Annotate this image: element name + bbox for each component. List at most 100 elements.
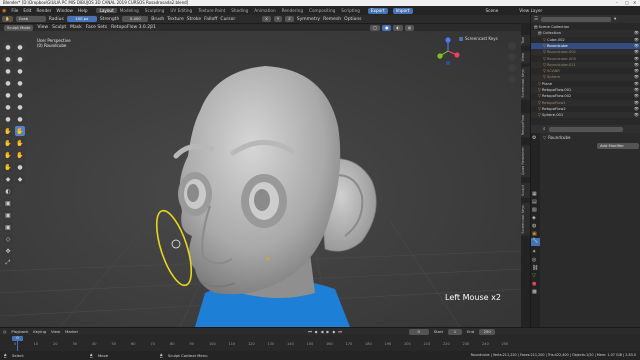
tool-settings-icon[interactable]: ⚙	[532, 135, 536, 141]
menu-file[interactable]: File	[11, 8, 18, 13]
search-icon[interactable]: ⌕	[543, 126, 546, 132]
world-icon[interactable]: ◍	[532, 223, 536, 229]
current-frame-field[interactable]: 0	[408, 328, 429, 335]
jump-end-icon[interactable]: ⏭	[338, 329, 341, 334]
texture-menu[interactable]: Texture	[167, 17, 183, 22]
simplify-tool-icon[interactable]: ◆	[15, 174, 25, 184]
wireframe-shading-icon[interactable]: ◯	[369, 24, 381, 31]
radius-field[interactable]: 100 px	[66, 16, 97, 22]
mirror-y-button[interactable]: Y	[273, 16, 283, 22]
particles-icon[interactable]: ✶	[532, 249, 536, 255]
tab-quad-remesher[interactable]: Quad Remesher	[521, 145, 530, 178]
material-shading-icon[interactable]: ◐	[393, 24, 403, 31]
tab-retopoflow[interactable]: RetopoFlow	[521, 113, 530, 138]
navigation-gizmo[interactable]	[437, 37, 460, 65]
viewport-nav-buttons[interactable]	[508, 42, 516, 83]
remesh-menu[interactable]: Remesh	[323, 17, 341, 22]
next-key-icon[interactable]: ◆	[332, 329, 335, 334]
draw-sharp-tool-icon[interactable]: ●	[15, 42, 25, 52]
sculpt-menu[interactable]: Sculpt	[52, 25, 66, 30]
view-layer-icon[interactable]: ▧	[532, 207, 537, 213]
tab-screencast-keys-2[interactable]: Screencast Keys	[521, 203, 530, 236]
view-menu[interactable]: View	[37, 25, 48, 30]
smooth-tool-icon[interactable]: ●	[3, 90, 13, 100]
retopoflow-menu[interactable]: RetopoFlow 3.0.2β1	[111, 25, 156, 30]
rotate-tool-icon[interactable]: ✋	[3, 162, 13, 172]
symmetry-menu[interactable]: Symmetry	[297, 17, 320, 22]
tab-modeling[interactable]: Modeling	[117, 8, 142, 13]
mesh-filter-tool-icon[interactable]: ◇	[3, 234, 13, 244]
nudge-tool-icon[interactable]: ✋	[15, 150, 25, 160]
end-frame-field[interactable]: 250	[479, 328, 496, 335]
elastic-deform-tool-icon[interactable]: ✋	[3, 126, 13, 136]
outliner-search-input[interactable]	[541, 16, 612, 22]
mask-tool-icon[interactable]: ◐	[3, 186, 13, 196]
import-button[interactable]: Import	[392, 7, 413, 14]
tab-animation[interactable]: Animation	[251, 8, 278, 13]
tab-scripting[interactable]: Scripting	[338, 8, 363, 13]
screencast-toggle[interactable]: Screencast Keys	[459, 36, 498, 41]
box-hide-tool-icon[interactable]: ▣	[3, 210, 13, 220]
add-modifier-button[interactable]: Add Modifier	[597, 143, 639, 149]
cloth-tool-icon[interactable]: ◆	[3, 174, 13, 184]
outliner-filter-icon[interactable]: ☰	[534, 17, 538, 22]
scene-selector[interactable]: Scene	[486, 8, 499, 13]
grab-tool-icon[interactable]: ✋	[15, 126, 25, 136]
scene-icon[interactable]: ◈	[532, 215, 536, 221]
timeline-track[interactable]: 0 0 10 20 30 40 50 60 70 80 90 100 110 1…	[0, 335, 640, 352]
rendered-shading-icon[interactable]: ◍	[404, 24, 415, 31]
list-item[interactable]: ▽ Sphere.001 👁	[531, 112, 640, 119]
falloff-menu[interactable]: Falloff	[204, 17, 217, 22]
crease-tool-icon[interactable]: ●	[15, 78, 25, 88]
export-button[interactable]: Export	[367, 7, 388, 14]
tab-sculpt[interactable]: Sculpt	[521, 183, 530, 198]
clay-strips-tool-icon[interactable]: ●	[15, 54, 25, 64]
constraints-icon[interactable]: ⛓	[532, 265, 538, 271]
mode-selector[interactable]: Sculpt Mode	[4, 24, 34, 31]
clay-tool-icon[interactable]: ●	[3, 54, 13, 64]
modifier-wrench-icon[interactable]: 🔧	[531, 238, 540, 246]
draw-tool-icon[interactable]: ●	[3, 42, 13, 52]
brush-menu[interactable]: Brush	[151, 17, 164, 22]
menu-render[interactable]: Render	[37, 8, 52, 13]
view-layer-selector[interactable]: View Layer	[519, 8, 542, 13]
play-icon[interactable]: ▶	[326, 329, 329, 334]
keying-menu[interactable]: Keying	[33, 329, 46, 334]
timeline-editor-icon[interactable]: ◷	[3, 329, 6, 334]
cursor-menu[interactable]: Cursor	[220, 17, 235, 22]
fill-tool-icon[interactable]: ●	[3, 102, 13, 112]
tab-layout[interactable]: Layout	[96, 8, 117, 13]
blob-tool-icon[interactable]: ●	[3, 78, 13, 88]
move-tool-icon[interactable]: ✥	[3, 246, 13, 256]
material-icon[interactable]: ●	[532, 281, 536, 287]
brush-name-field[interactable]: Grab	[15, 16, 46, 22]
pinch-tool-icon[interactable]: ●	[15, 114, 25, 124]
tab-view[interactable]: View	[521, 51, 530, 64]
funnel-icon[interactable]: ▾	[614, 17, 616, 22]
timeline-view-menu[interactable]: View	[51, 329, 60, 334]
menu-edit[interactable]: Edit	[23, 8, 31, 13]
tab-rendering[interactable]: Rendering	[279, 8, 306, 13]
texture-icon[interactable]: ▩	[532, 289, 537, 295]
brush-icon[interactable]: ✋	[2, 16, 13, 22]
3d-viewport[interactable]: User Perspective (0) Roundcube Screencas…	[0, 31, 521, 327]
options-menu[interactable]: Options	[344, 17, 361, 22]
tab-screencast-keys[interactable]: Screencast Keys	[521, 67, 530, 100]
marker-menu[interactable]: Marker	[65, 329, 78, 334]
slide-relax-tool-icon[interactable]: ●	[15, 162, 25, 172]
jump-start-icon[interactable]: ⏮	[308, 329, 311, 334]
thumb-tool-icon[interactable]: ✋	[15, 138, 25, 148]
box-face-set-tool-icon[interactable]: ▣	[3, 222, 13, 232]
pose-tool-icon[interactable]: ✋	[3, 150, 13, 160]
transform-tool-icon[interactable]: ⤢	[3, 258, 13, 268]
properties-search-input[interactable]	[548, 126, 623, 132]
prev-key-icon[interactable]: ◆	[315, 329, 318, 334]
menu-window[interactable]: Window	[56, 8, 73, 13]
multiplane-scrape-tool-icon[interactable]: ●	[3, 114, 13, 124]
blender-logo-icon[interactable]: ◉	[2, 8, 6, 14]
inflate-tool-icon[interactable]: ●	[15, 66, 25, 76]
snake-hook-tool-icon[interactable]: ✋	[3, 138, 13, 148]
data-icon[interactable]: ▽	[532, 273, 536, 279]
scrape-tool-icon[interactable]: ●	[15, 102, 25, 112]
start-frame-field[interactable]: 1	[448, 328, 462, 335]
